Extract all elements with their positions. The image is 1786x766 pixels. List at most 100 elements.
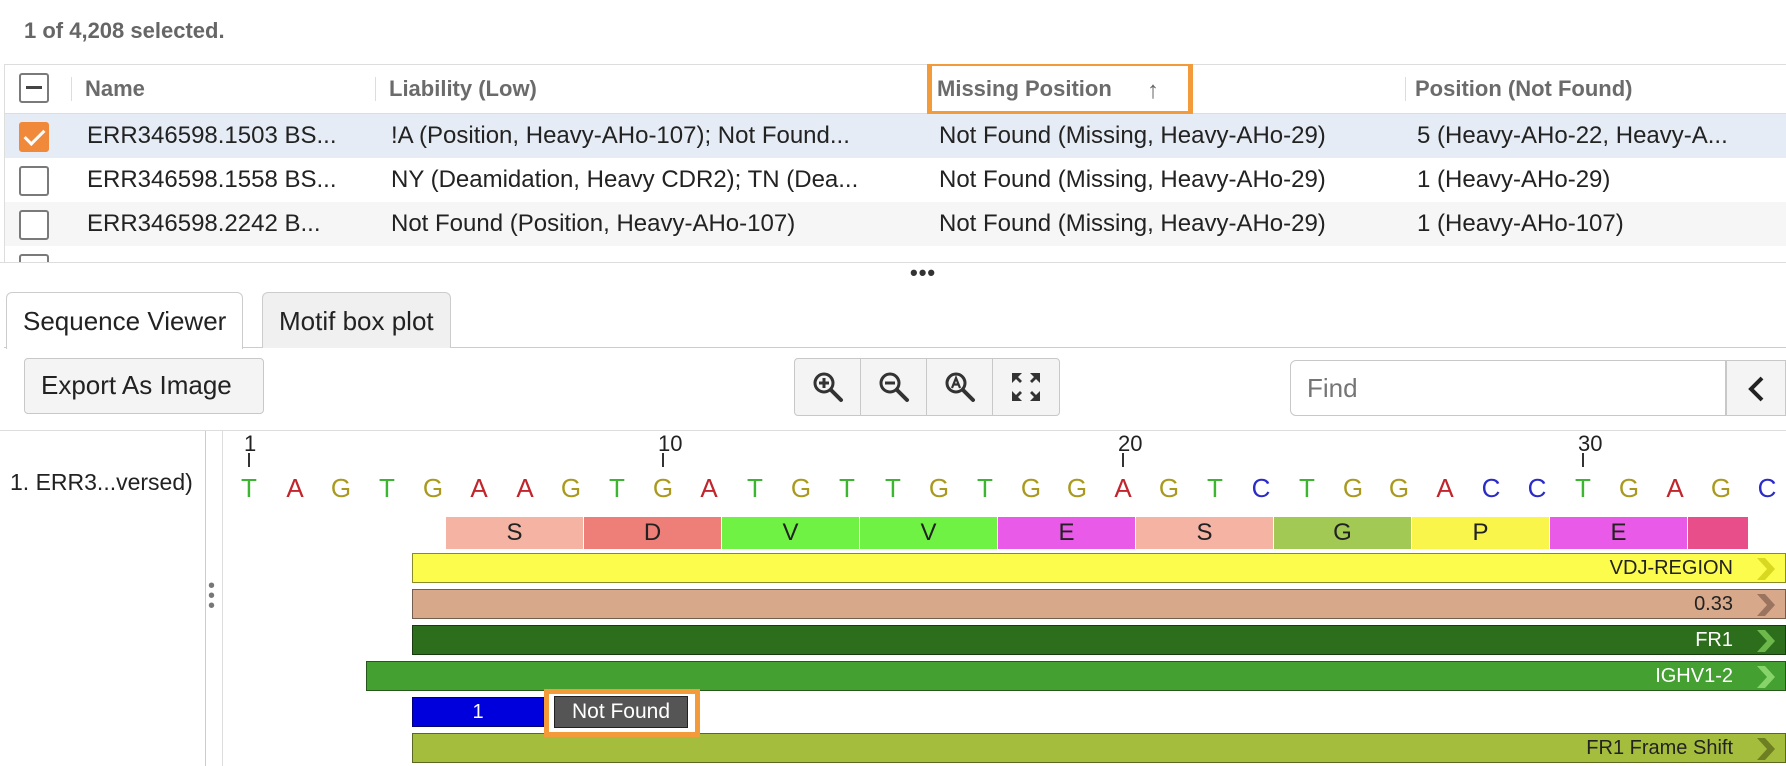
divider [222,431,223,766]
amino-acid[interactable]: E [998,517,1135,549]
nucleotide[interactable]: G [916,473,962,504]
amino-acid[interactable]: S [446,517,583,549]
find-input[interactable] [1290,360,1726,416]
nucleotide[interactable]: A [1652,473,1698,504]
nucleotide[interactable]: C [1514,473,1560,504]
ruler-label: 10 [658,431,683,456]
amino-acid[interactable]: S [1136,517,1273,549]
nucleotide[interactable]: G [548,473,594,504]
nucleotide[interactable]: T [1560,473,1606,504]
nucleotide[interactable]: T [824,473,870,504]
zoom-in-button[interactable] [795,359,861,415]
annotation-label: IGHV1-2 [1655,665,1733,687]
nucleotide[interactable]: G [640,473,686,504]
amino-acid-partial[interactable] [1688,517,1748,549]
tab-bar: Sequence Viewer Motif box plot [4,292,1786,349]
annotation-fr1[interactable]: FR1 [412,625,1786,655]
cell-name: ERR346598.1503 BS... [87,122,337,149]
annotation-label: FR1 [1695,629,1733,651]
nucleotide[interactable]: T [594,473,640,504]
column-header-position-not-found[interactable]: Position (Not Found) [1415,65,1633,113]
nucleotide[interactable]: T [226,473,272,504]
zoom-out-button[interactable] [861,359,927,415]
annotation-label: FR1 Frame Shift [1586,737,1733,759]
app-root: { "table": { "selection_info": "1 of 4,2… [0,0,1786,766]
column-divider [375,77,376,101]
annotation-vdj-region[interactable]: VDJ-REGION [412,553,1786,583]
annotation-score[interactable]: 0.33 [412,589,1786,619]
direction-arrow-icon [1757,594,1775,616]
amino-acid[interactable]: V [722,517,859,549]
table-row[interactable]: ERR346598.1503 BS... !A (Position, Heavy… [5,114,1786,158]
cell-liability: Not Found (Position, Heavy-AHo-107) [391,210,796,237]
table-row[interactable]: ERR346598.2242 B... Not Found (Position,… [5,202,1786,246]
nucleotide[interactable]: C [1238,473,1284,504]
tab-motif-box-plot[interactable]: Motif box plot [262,292,451,348]
select-all-checkbox[interactable] [19,73,49,103]
nucleotide[interactable]: A [686,473,732,504]
direction-arrow-icon [1757,738,1775,760]
direction-arrow-icon [1757,666,1775,688]
nucleotide[interactable]: G [1054,473,1100,504]
nucleotide[interactable]: C [1744,473,1786,504]
nucleotide[interactable]: G [778,473,824,504]
zoom-to-fit-button[interactable] [927,359,993,415]
nucleotide[interactable]: T [870,473,916,504]
annotation-position-marker[interactable]: 1 [412,697,544,727]
cell-position: 5 (Heavy-AHo-22, Heavy-A... [1417,122,1728,149]
amino-acid[interactable]: D [584,517,721,549]
column-header-name[interactable]: Name [85,65,145,113]
table-row[interactable]: ERR346598.1558 BS... NY (Deamidation, He… [5,158,1786,202]
nucleotide[interactable]: A [456,473,502,504]
nucleotide[interactable]: G [1146,473,1192,504]
cell-missing-position: Not Found (Missing, Heavy-AHo-29) [939,210,1326,237]
nucleotide[interactable]: G [1606,473,1652,504]
row-checkbox[interactable] [19,210,49,240]
nucleotide[interactable]: G [318,473,364,504]
cell-name: ERR346598.2242 B... [87,210,321,237]
expand-button[interactable] [993,359,1059,415]
find-previous-button[interactable] [1726,360,1786,416]
amino-acid[interactable]: E [1550,517,1687,549]
resize-handle-icon[interactable]: • • • [208,576,218,616]
nucleotide[interactable]: G [1008,473,1054,504]
ruler-label: 20 [1118,431,1143,456]
row-checkbox[interactable] [19,254,49,262]
nucleotide[interactable]: G [410,473,456,504]
panel-splitter[interactable]: ••• [0,262,1786,284]
nucleotide[interactable]: A [1422,473,1468,504]
nucleotide[interactable]: T [962,473,1008,504]
nucleotide[interactable]: A [502,473,548,504]
nucleotide[interactable]: C [1468,473,1514,504]
zoom-out-icon [879,372,909,402]
tab-sequence-viewer[interactable]: Sequence Viewer [6,292,244,349]
nucleotide[interactable]: G [1698,473,1744,504]
nucleotide[interactable]: G [1376,473,1422,504]
sequence-name[interactable]: 1. ERR3...versed) [10,469,193,496]
annotation-fr1-frame-shift[interactable]: FR1 Frame Shift [412,733,1786,763]
nucleotide[interactable]: T [1192,473,1238,504]
nucleotide[interactable]: T [732,473,778,504]
splitter-handle-icon[interactable]: ••• [910,262,936,284]
amino-acid[interactable]: G [1274,517,1411,549]
annotation-ighv1-2[interactable]: IGHV1-2 [366,661,1786,691]
nucleotide[interactable]: T [1284,473,1330,504]
nucleotide[interactable]: T [364,473,410,504]
export-as-image-button[interactable]: Export As Image [24,358,264,414]
sequence-names-panel: 1. ERR3...versed) [0,431,206,766]
nucleotide[interactable]: A [272,473,318,504]
row-checkbox[interactable] [19,166,49,196]
nucleotide[interactable]: A [1100,473,1146,504]
marker-label: 1 [472,701,484,723]
column-divider [1405,77,1406,101]
column-header-liability[interactable]: Liability (Low) [389,65,537,113]
table-row-partial[interactable] [5,246,1786,262]
chevron-left-icon [1748,376,1764,402]
row-checkbox[interactable] [19,122,49,152]
not-found-marker[interactable]: Not Found [554,696,688,728]
nucleotide[interactable]: G [1330,473,1376,504]
amino-acid[interactable]: V [860,517,997,549]
sort-highlight-box [927,64,1193,116]
cell-name: ERR346598.1558 BS... [87,166,337,193]
amino-acid[interactable]: P [1412,517,1549,549]
